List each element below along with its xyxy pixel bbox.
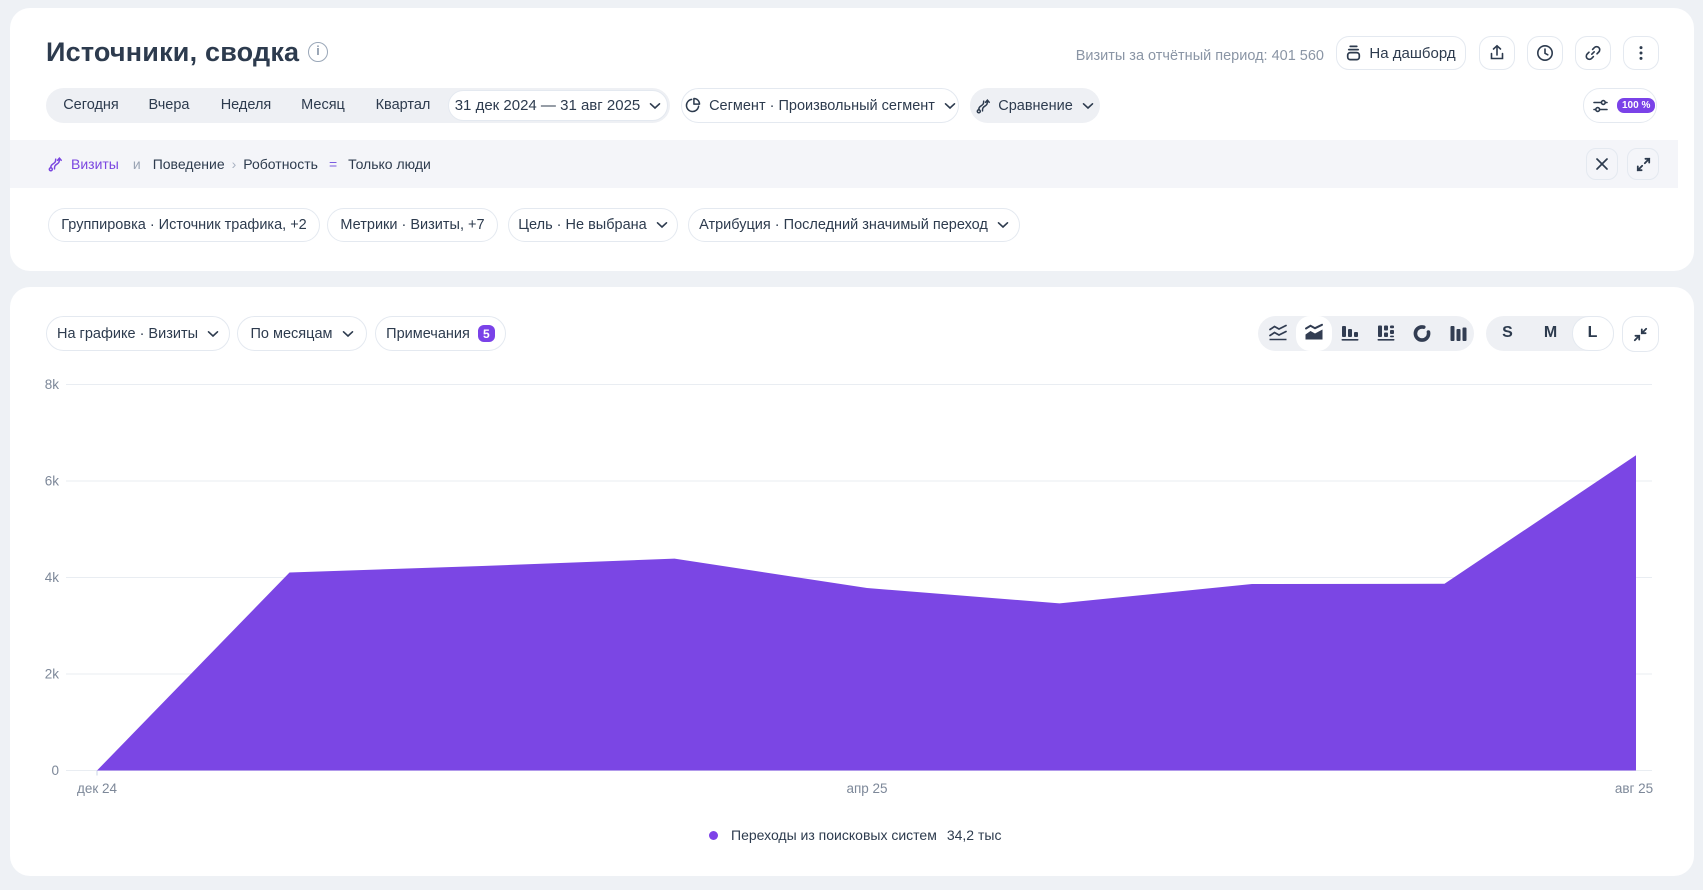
svg-text:апр 25: апр 25 xyxy=(846,781,887,796)
svg-text:2k: 2k xyxy=(45,667,60,682)
svg-text:0: 0 xyxy=(51,763,59,778)
svg-text:дек 24: дек 24 xyxy=(77,781,118,796)
svg-text:8k: 8k xyxy=(45,377,60,392)
svg-text:6k: 6k xyxy=(45,474,60,489)
svg-text:4k: 4k xyxy=(45,570,60,585)
svg-text:авг 25: авг 25 xyxy=(1615,781,1653,796)
